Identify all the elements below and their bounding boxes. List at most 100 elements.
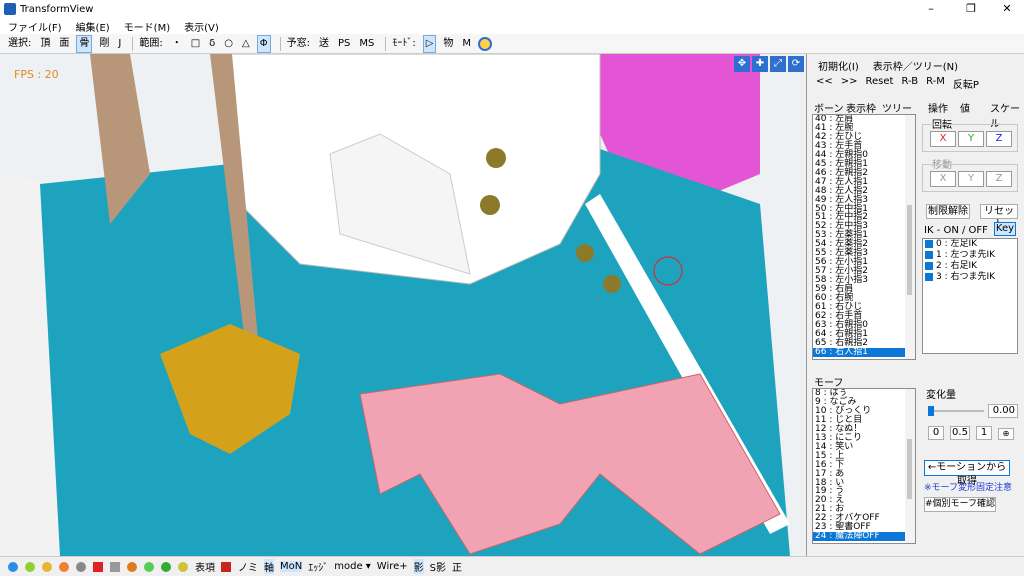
- leaf-icon[interactable]: [161, 561, 171, 572]
- minimize-button[interactable]: –: [916, 0, 946, 18]
- gear-icon[interactable]: [59, 561, 69, 572]
- status-item[interactable]: ノミ: [238, 559, 258, 574]
- checkbox[interactable]: [925, 250, 933, 259]
- amount-slider-thumb[interactable]: [928, 406, 934, 416]
- select-bone[interactable]: 骨: [76, 34, 93, 53]
- rotate-y-button[interactable]: Y: [958, 131, 984, 147]
- menu-edit[interactable]: 編集(E): [76, 19, 110, 34]
- flip-button[interactable]: 反転P: [953, 76, 979, 91]
- circle-icon[interactable]: [76, 561, 86, 572]
- individual-morph-button[interactable]: #個別モーフ確認: [924, 497, 996, 512]
- close-button[interactable]: ✕: [992, 0, 1022, 18]
- ik-list-item[interactable]: 1 : 左つま先IK: [923, 250, 1017, 261]
- rotate-z-button[interactable]: Z: [986, 131, 1012, 147]
- amount-1-button[interactable]: 1: [976, 426, 992, 440]
- bottle-icon[interactable]: [144, 561, 154, 572]
- ik-key-button[interactable]: Key: [994, 222, 1016, 236]
- display-frame-tab[interactable]: 表示枠: [846, 100, 876, 115]
- sun-icon[interactable]: [25, 561, 35, 572]
- prepare-send[interactable]: 送: [317, 36, 331, 52]
- checkbox[interactable]: [925, 261, 933, 270]
- checkbox[interactable]: [925, 239, 933, 248]
- op-tab[interactable]: 操作: [928, 100, 948, 115]
- status-item[interactable]: ｴｯｼﾞ: [308, 559, 328, 574]
- ik-list-item[interactable]: 0 : 左足IK: [923, 239, 1017, 250]
- rotate-x-button[interactable]: X: [930, 131, 956, 147]
- range-triangle[interactable]: △: [240, 36, 252, 52]
- status-item[interactable]: MoN: [280, 561, 303, 572]
- init-tab[interactable]: 初期化(I): [818, 58, 859, 73]
- rotate-view-icon[interactable]: ⟳: [788, 56, 804, 72]
- brush-icon[interactable]: [127, 561, 137, 572]
- link-icon[interactable]: ⊕: [998, 428, 1014, 440]
- mode-m[interactable]: M: [460, 36, 473, 52]
- range-delta[interactable]: δ: [207, 36, 217, 52]
- get-from-motion-button[interactable]: ←モーションから取得: [924, 460, 1010, 487]
- sun-icon[interactable]: [42, 561, 52, 572]
- 3d-viewport[interactable]: FPS : 20 ✥ ✚ ⤢ ⟳: [0, 54, 807, 556]
- limit-release-button[interactable]: 制限解除: [926, 204, 970, 219]
- status-item[interactable]: 表項: [195, 559, 215, 574]
- checkbox[interactable]: [925, 272, 933, 281]
- select-face[interactable]: 面: [57, 36, 71, 52]
- select-joint[interactable]: J: [116, 36, 123, 52]
- next-button[interactable]: >>: [841, 76, 858, 91]
- morph-list-item[interactable]: 24 : 魔法陣OFF: [813, 532, 915, 542]
- tree-tab[interactable]: ツリー: [882, 100, 912, 115]
- status-item[interactable]: Wire+: [377, 561, 408, 572]
- ik-list-item[interactable]: 3 : 右つま先IK: [923, 272, 1017, 283]
- morph-list[interactable]: 8 : はぅ 9 : なごみ 10 : びっくり 11 : じと目 12 : なぬ！ 13…: [812, 388, 916, 544]
- amount-value[interactable]: 0.00: [988, 404, 1018, 418]
- amount-slider-track[interactable]: [928, 410, 984, 412]
- menu-view[interactable]: 表示(V): [184, 19, 219, 34]
- scrollbar[interactable]: [905, 389, 915, 543]
- move-y-button[interactable]: Y: [958, 171, 984, 187]
- star-icon[interactable]: [178, 561, 188, 572]
- value-tab[interactable]: 値: [960, 100, 970, 115]
- rb-button[interactable]: R-B: [901, 76, 918, 91]
- pan-view-icon[interactable]: ✚: [752, 56, 768, 72]
- range-point[interactable]: ・: [170, 36, 184, 52]
- mode-play[interactable]: ▷: [422, 34, 437, 53]
- reset-pose-button[interactable]: リセット: [980, 204, 1018, 230]
- frame-tree-tab[interactable]: 表示枠／ツリー(N): [873, 58, 958, 73]
- menu-mode[interactable]: モード(M): [124, 19, 170, 34]
- range-phi[interactable]: Φ: [256, 34, 271, 53]
- amount-0-button[interactable]: 0: [928, 426, 944, 440]
- status-item[interactable]: 軸: [264, 559, 274, 574]
- target-icon[interactable]: [478, 36, 493, 51]
- status-item[interactable]: 正: [452, 559, 462, 574]
- bone-list-item[interactable]: 66 : 右人指1: [813, 347, 915, 357]
- dot-icon[interactable]: [8, 561, 18, 572]
- status-item[interactable]: mode ▾: [334, 561, 371, 572]
- move-z-button[interactable]: Z: [986, 171, 1012, 187]
- mode-physics[interactable]: 物: [441, 36, 455, 52]
- scroll-thumb[interactable]: [907, 439, 912, 499]
- bone-list[interactable]: 40 : 左肩 41 : 左腕 42 : 左ひじ 43 : 左手首 44 : 左親指0 4…: [812, 114, 916, 360]
- wave-icon[interactable]: [110, 561, 120, 572]
- maximize-button[interactable]: ❐: [956, 0, 986, 18]
- select-vertex[interactable]: 頂: [38, 36, 52, 52]
- color-swatch-icon[interactable]: [221, 561, 231, 572]
- prev-button[interactable]: <<: [816, 76, 833, 91]
- menu-file[interactable]: ファイル(F): [8, 19, 62, 34]
- zoom-view-icon[interactable]: ⤢: [770, 56, 786, 72]
- scrollbar[interactable]: [905, 115, 915, 359]
- move-x-button[interactable]: X: [930, 171, 956, 187]
- status-item[interactable]: 影: [413, 559, 424, 574]
- prepare-ps[interactable]: PS: [336, 36, 352, 52]
- select-rigid[interactable]: 剛: [97, 36, 111, 52]
- range-rect[interactable]: □: [189, 36, 202, 52]
- rm-button[interactable]: R-M: [926, 76, 945, 91]
- move-view-icon[interactable]: ✥: [734, 56, 750, 72]
- triangle-icon[interactable]: [93, 561, 103, 572]
- ik-list-item[interactable]: 2 : 右足IK: [923, 261, 1017, 272]
- ik-list[interactable]: 0 : 左足IK 1 : 左つま先IK 2 : 右足IK 3 : 右つま先IK: [922, 238, 1018, 354]
- amount-half-button[interactable]: 0.5: [950, 426, 970, 440]
- bone-tab[interactable]: ボーン: [814, 100, 844, 115]
- prepare-ms[interactable]: MS: [357, 36, 376, 52]
- range-circle[interactable]: ○: [222, 36, 235, 52]
- scroll-thumb[interactable]: [907, 205, 912, 295]
- scene-render[interactable]: [0, 54, 807, 556]
- status-item[interactable]: S影: [430, 559, 446, 574]
